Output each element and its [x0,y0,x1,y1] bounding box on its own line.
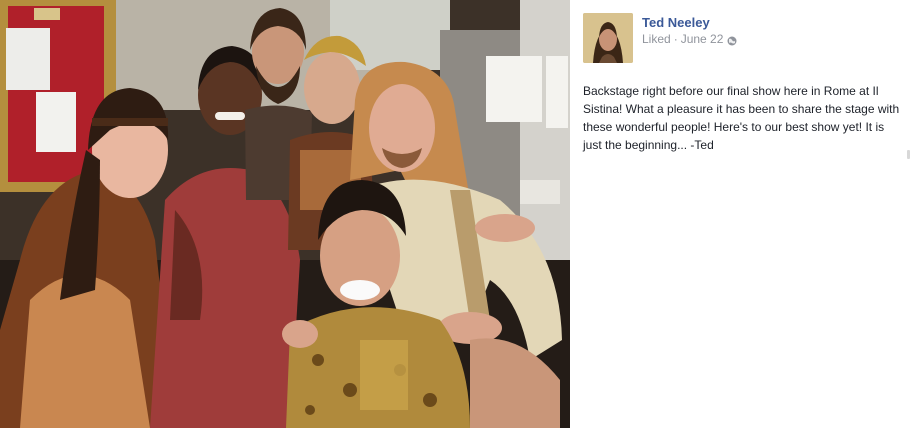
author-meta: Ted Neeley Liked · June 22 [642,15,737,47]
like-status: Liked [642,32,671,46]
post-details: Ted Neeley Liked · June 22 Backstage rig… [570,0,914,428]
globe-icon[interactable] [727,34,737,46]
profile-photo[interactable] [583,13,633,63]
author-avatar[interactable] [583,13,633,63]
backstage-group-photo[interactable] [0,0,570,428]
author-name-link[interactable]: Ted Neeley [642,15,737,31]
scrollbar-thumb[interactable] [907,150,910,159]
author-header: Ted Neeley Liked · June 22 [583,13,737,63]
post-meta: Liked · June 22 [642,31,737,47]
photo-viewer: Ted Neeley Liked · June 22 Backstage rig… [0,0,914,428]
post-date-link[interactable]: June 22 [681,31,724,47]
photo-pane[interactable] [0,0,570,428]
post-caption: Backstage right before our final show he… [583,84,900,152]
meta-separator: · [673,32,678,46]
